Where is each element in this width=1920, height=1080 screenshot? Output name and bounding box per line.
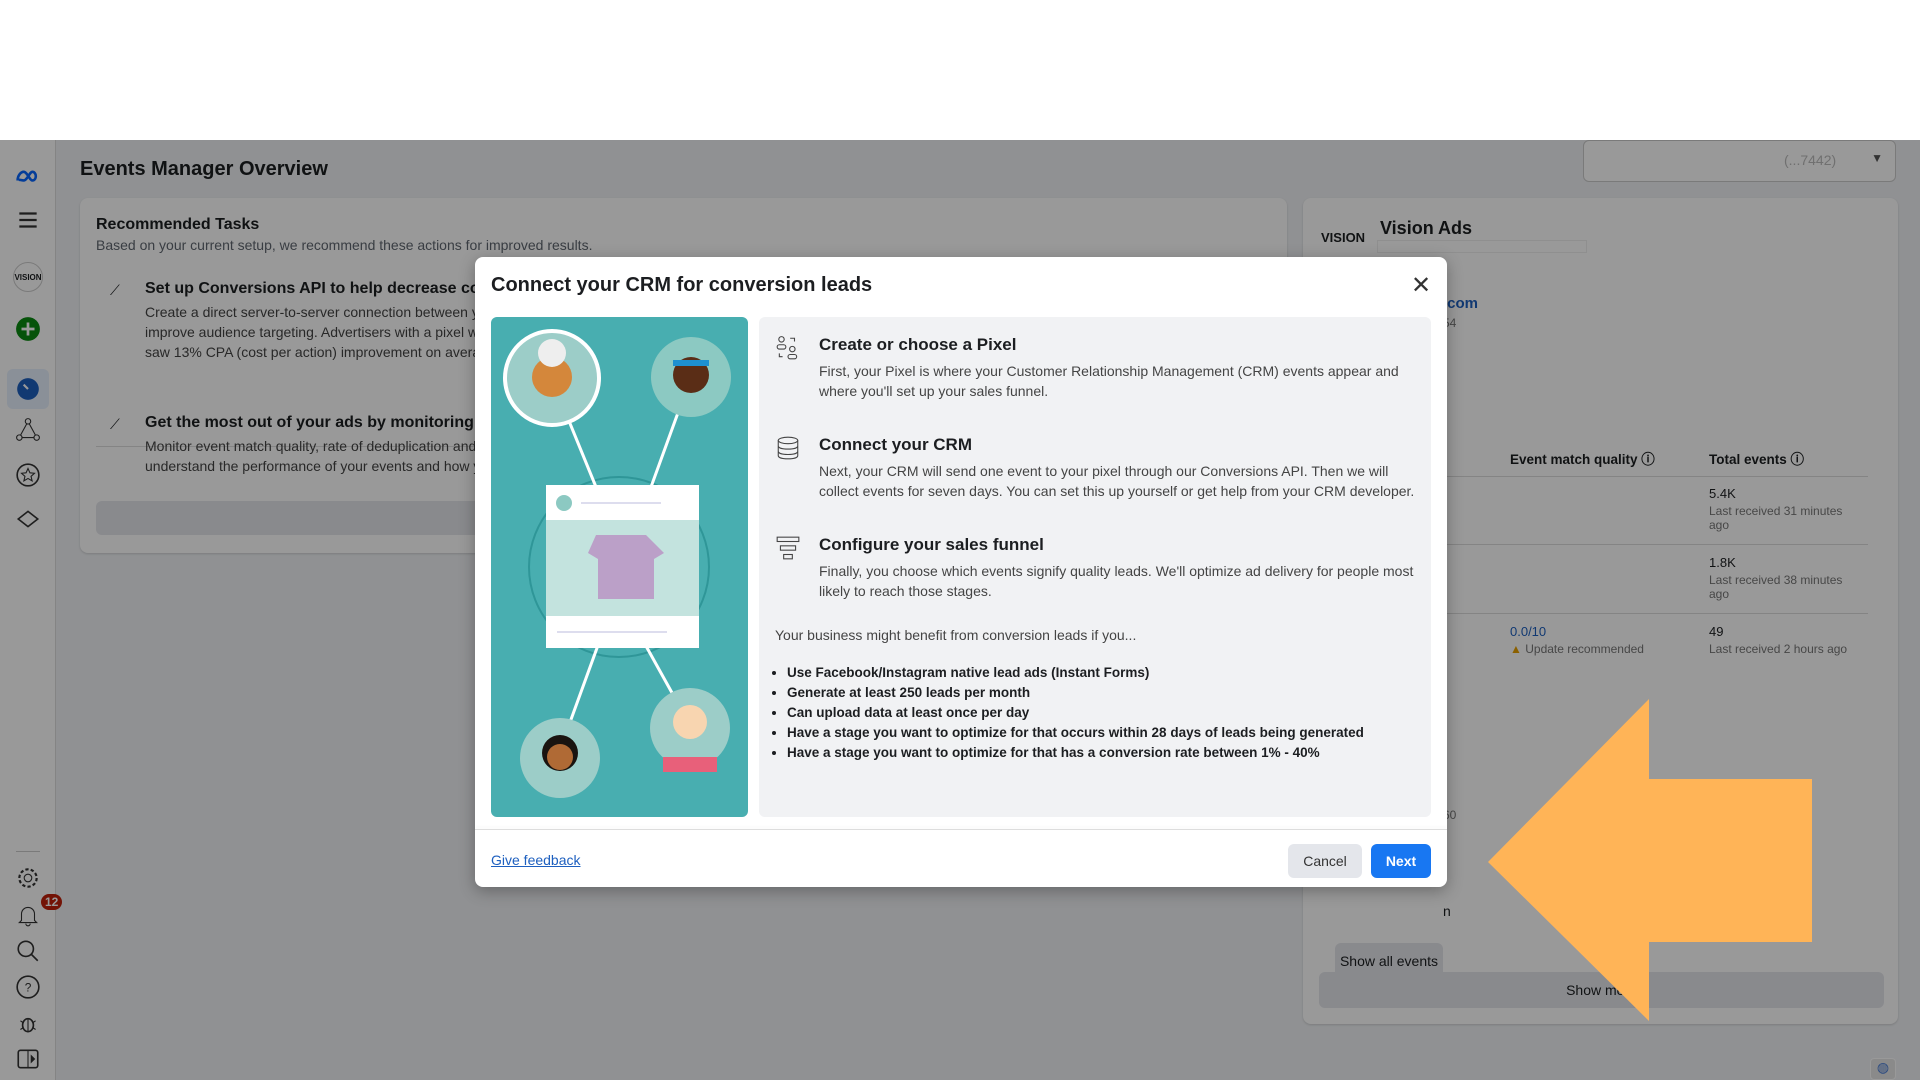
- footer-divider: [475, 829, 1447, 830]
- give-feedback-link[interactable]: Give feedback: [491, 852, 581, 868]
- benefit-item: Have a stage you want to optimize for th…: [787, 723, 1364, 743]
- step-title: Create or choose a Pixel: [819, 335, 1017, 354]
- funnel-icon: [776, 536, 800, 560]
- benefit-intro: Your business might benefit from convers…: [775, 627, 1137, 643]
- database-icon: [777, 436, 799, 460]
- step-title: Configure your sales funnel: [819, 535, 1044, 554]
- dialog-title: Connect your CRM for conversion leads: [491, 274, 873, 296]
- benefits-list: Use Facebook/Instagram native lead ads (…: [787, 663, 1364, 763]
- next-button[interactable]: Next: [1371, 844, 1431, 878]
- benefit-item: Use Facebook/Instagram native lead ads (…: [787, 663, 1364, 683]
- connect-crm-dialog: Connect your CRM for conversion leads ✕ …: [475, 257, 1447, 887]
- step-item: Connect your CRM Next, your CRM will send…: [777, 435, 1419, 501]
- people-sync-icon: [776, 336, 798, 360]
- benefit-item: Generate at least 250 leads per month: [787, 683, 1364, 703]
- steps-panel: Create or choose a Pixel First, your Pixe…: [759, 317, 1431, 817]
- benefit-item: Have a stage you want to optimize for th…: [787, 743, 1364, 763]
- step-text: Next, your CRM will send one event to yo…: [819, 463, 1415, 499]
- step-item: Configure your sales funnel Finally, you …: [776, 535, 1419, 601]
- step-text: First, your Pixel is where your Customer…: [819, 363, 1399, 399]
- crm-illustration: [491, 317, 748, 817]
- step-title: Connect your CRM: [819, 435, 972, 454]
- benefit-item: Can upload data at least once per day: [787, 703, 1364, 723]
- step-item: Create or choose a Pixel First, your Pixe…: [776, 335, 1419, 401]
- cancel-button[interactable]: Cancel: [1288, 844, 1362, 878]
- step-text: Finally, you choose which events signify…: [819, 563, 1414, 599]
- close-icon[interactable]: ✕: [1411, 271, 1431, 300]
- globe-icon[interactable]: ◍: [1870, 1058, 1896, 1080]
